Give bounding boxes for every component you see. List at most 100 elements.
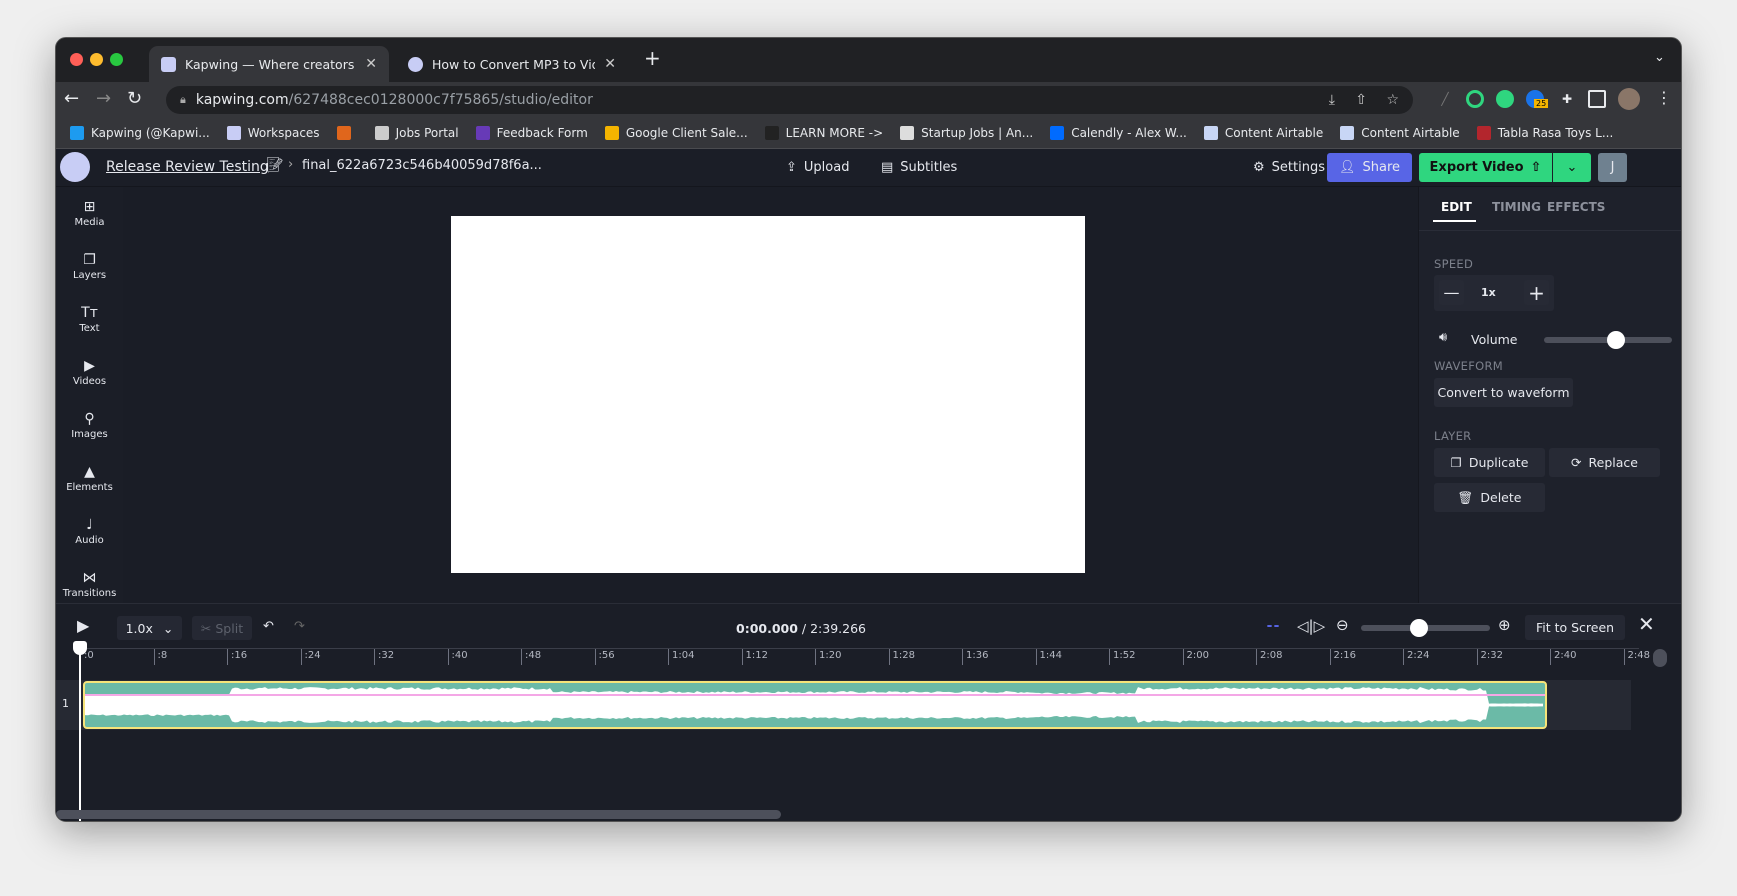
magnet-snap-icon[interactable]: ⁃⁃ [1266,618,1280,634]
file-name[interactable]: final_622a6723c546b40059d78f6a... [302,158,542,173]
duplicate-button[interactable]: ❐ Duplicate [1434,448,1545,477]
export-options-dropdown[interactable]: ⌄ [1553,153,1591,182]
sidebar-item-images[interactable]: ⚲ Images [56,411,123,440]
chat-extension-icon[interactable] [1496,90,1514,108]
bookmark-item[interactable]: Kapwing (@Kapwi... [70,126,210,140]
ruler-tick: :56 [594,649,615,665]
volume-line[interactable] [85,694,1545,696]
edge-extension-icon[interactable]: 25 [1526,90,1549,108]
edit-pencil-icon[interactable]: 📝︎ [266,157,284,173]
zoom-out-icon[interactable]: ⊖ [1336,616,1349,634]
sidebar-item-transitions[interactable]: ⋈ Transitions [56,570,123,599]
target-extension-icon[interactable] [1466,90,1484,108]
volume-slider[interactable] [1544,331,1672,349]
layers-icon: ❐ [83,252,96,268]
bookmark-item[interactable]: Calendly - Alex W... [1050,126,1187,140]
reload-icon[interactable]: ↻ [127,88,142,109]
timeline-zoom-handle[interactable] [1410,619,1429,637]
upload-button[interactable]: ⇪ Upload [786,153,849,182]
bookmark-favicon [70,126,84,140]
close-timeline-icon[interactable]: ✕ [1638,612,1655,636]
forward-icon[interactable]: → [96,88,111,109]
subtitles-button[interactable]: ▤ Subtitles [881,153,957,182]
timeline-ruler[interactable]: :0:8:16:24:32:40:48:56 1:04 1:12 1:20 1:28 1:… [76,648,1650,678]
bookmark-item[interactable]: LEARN MORE -> [764,126,883,140]
horizontal-scrollbar[interactable] [56,810,781,819]
tab-edit[interactable]: EDIT [1441,200,1472,214]
zoom-in-icon[interactable]: ⊕ [1498,616,1511,634]
timeline-zoom-slider[interactable] [1361,619,1490,637]
sidebar-toggle-icon[interactable] [1588,90,1606,108]
bookmark-label: Content Airtable [1224,126,1324,140]
sidebar-item-text[interactable]: Tт Text [56,305,123,334]
share-page-icon[interactable]: ⇧ [1355,92,1367,108]
install-icon[interactable]: ⤓ [1329,92,1335,108]
play-button[interactable]: ▶ [77,616,89,635]
bookmark-item[interactable]: Content Airtable [1340,126,1460,140]
sidebar-item-media[interactable]: ⊞ Media [56,199,123,228]
close-tab-icon[interactable]: ✕ [604,56,616,72]
bookmark-item[interactable]: Google Client Sale... [604,126,748,140]
bookmark-item[interactable]: Feedback Form [475,126,588,140]
bookmark-item[interactable]: Content Airtable [1203,126,1324,140]
playhead[interactable] [73,641,87,821]
sidebar-item-layers[interactable]: ❐ Layers [56,252,123,281]
tab-timing[interactable]: TIMING [1492,200,1541,214]
close-tab-icon[interactable]: ✕ [365,56,377,72]
divider [1419,230,1681,231]
playhead-handle[interactable] [73,641,87,655]
sidebar-item-videos[interactable]: ▶ Videos [56,358,123,387]
audio-clip[interactable] [83,681,1547,729]
export-video-button[interactable]: Export Video ⇧ [1419,153,1552,182]
bookmark-item[interactable] [336,126,358,140]
kapwing-logo[interactable] [60,152,90,182]
profile-avatar[interactable] [1618,88,1640,110]
bookmark-item[interactable]: Startup Jobs | An... [900,126,1033,140]
speed-increase-button[interactable]: + [1524,280,1549,305]
bookmark-item[interactable]: Jobs Portal [374,126,459,140]
bookmark-item[interactable]: Tabla Rasa Toys L... [1476,126,1613,140]
settings-button[interactable]: ⚙ Settings [1253,153,1325,182]
current-time: 0:00.000 [736,621,798,636]
playback-speed-dropdown[interactable]: 1.0x ⌄ [117,616,182,640]
sidebar-item-audio[interactable]: ♩ Audio [56,517,123,546]
bookmark-item[interactable]: Workspaces [226,126,320,140]
waveform-shape [85,687,1543,723]
ruler-tick: :16 [227,649,247,665]
menu-dots-icon[interactable]: ⋮ [1656,88,1672,107]
split-view-icon[interactable]: ◁|▷ [1297,617,1325,635]
speed-decrease-button[interactable]: — [1439,280,1464,305]
share-button[interactable]: 👤︎ Share [1327,153,1412,182]
close-window-button[interactable] [70,53,83,66]
new-tab-button[interactable]: + [644,46,661,70]
bookmark-star-icon[interactable]: ☆ [1386,92,1399,108]
fit-to-screen-button[interactable]: Fit to Screen [1525,615,1625,640]
split-button[interactable]: ✂ Split [192,616,252,640]
pen-extension-icon[interactable]: ╱ [1436,90,1454,108]
tab-effects[interactable]: EFFECTS [1547,200,1605,214]
sidebar-item-label: Images [71,429,108,440]
url-bar[interactable]: 🔒︎ kapwing.com/627488cec0128000c7f75865/… [166,86,1413,114]
sidebar-item-elements[interactable]: ▲ Elements [56,464,123,493]
browser-tab-active[interactable]: Kapwing — Where creators bring✕ [149,46,389,82]
redo-icon[interactable]: ↷ [294,619,305,634]
browser-tab[interactable]: How to Convert MP3 to Video Online✕ [396,46,628,82]
volume-slider-handle[interactable] [1607,331,1625,349]
delete-button[interactable]: 🗑︎ Delete [1434,483,1545,512]
minimize-window-button[interactable] [90,53,103,66]
undo-icon[interactable]: ↶ [263,619,274,634]
vertical-scroll-handle[interactable] [1653,649,1667,667]
puzzle-extensions-icon[interactable]: ✚ [1558,90,1576,108]
video-canvas[interactable] [451,216,1085,573]
speed-value[interactable]: 1x [1481,286,1496,299]
maximize-window-button[interactable] [110,53,123,66]
bookmark-favicon [604,126,619,140]
back-icon[interactable]: ← [64,88,79,109]
text-icon: Tт [81,305,98,321]
tab-search-chevron-icon[interactable]: ⌄ [1654,50,1665,65]
replace-button[interactable]: ⟳ Replace [1549,448,1660,477]
gear-icon: ⚙ [1253,160,1265,175]
convert-to-waveform-button[interactable]: Convert to waveform [1434,378,1573,407]
user-avatar[interactable]: J [1598,153,1627,182]
project-title[interactable]: Release Review Testing [106,159,269,175]
